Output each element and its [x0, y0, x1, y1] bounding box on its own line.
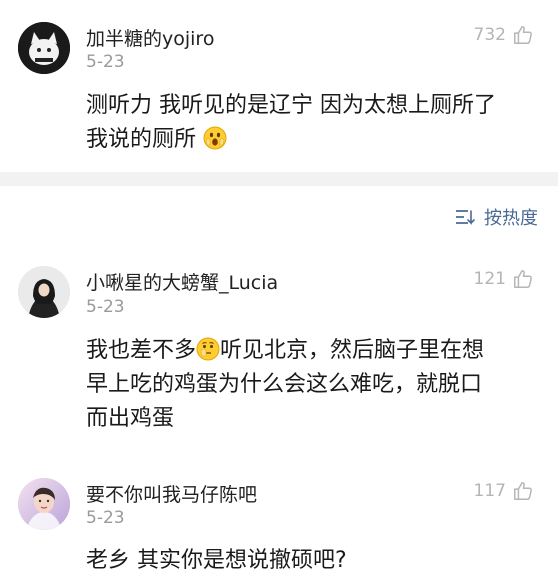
comment-text-span: 我也差不多: [86, 338, 197, 363]
like-button[interactable]: 121: [474, 268, 534, 290]
comment-date: 5-23: [86, 508, 125, 528]
comment-item: 小啾星的大螃蟹_Lucia 5-23 121 我也差不多 听见北京，然后脑子里在…: [0, 252, 558, 452]
comment-text-line: 我也差不多 听见北京，然后脑子里在想: [86, 334, 556, 368]
comment-text-span: 听见北京，然后脑子里在想: [220, 338, 485, 363]
avatar-person-image: [18, 478, 70, 530]
sort-by-hot-button[interactable]: 按热度: [454, 204, 538, 230]
comment-text-span: 我说的厕所: [86, 127, 197, 152]
comment-text: 我也差不多 听见北京，然后脑子里在想 早上吃的鸡蛋为什么会这么难吃，就脱口 而出…: [86, 334, 556, 436]
section-divider: [0, 172, 558, 186]
sort-label: 按热度: [484, 208, 538, 229]
comment-date: 5-23: [86, 297, 125, 317]
comment-text-line: 早上吃的鸡蛋为什么会这么难吃，就脱口: [86, 372, 483, 397]
scream-face-icon: [203, 126, 227, 150]
comment-date: 5-23: [86, 52, 125, 72]
comment-text-line: 老乡 其实你是想说撤硕吧?: [86, 548, 347, 573]
thumbs-up-icon: [514, 270, 532, 288]
comment-item: 要不你叫我马仔陈吧 5-23 117 老乡 其实你是想说撤硕吧?: [0, 470, 558, 587]
avatar-cat-image: [18, 22, 70, 74]
username[interactable]: 小啾星的大螃蟹_Lucia: [86, 268, 278, 295]
username[interactable]: 要不你叫我马仔陈吧: [86, 480, 257, 507]
comment-text: 老乡 其实你是想说撤硕吧?: [86, 544, 556, 578]
thinking-face-icon: [196, 337, 220, 361]
comment-text-line: 测听力 我听见的是辽宁 因为太想上厕所了: [86, 93, 496, 118]
avatar[interactable]: [18, 22, 70, 74]
avatar[interactable]: [18, 478, 70, 530]
comment-text: 测听力 我听见的是辽宁 因为太想上厕所了 我说的厕所: [86, 89, 556, 157]
thumbs-up-icon: [514, 482, 532, 500]
avatar-person-image: [18, 266, 70, 318]
sort-icon: [456, 210, 475, 225]
like-button[interactable]: 117: [474, 480, 534, 502]
comment-text-line: 而出鸡蛋: [86, 406, 175, 431]
like-button[interactable]: 732: [474, 24, 534, 46]
username[interactable]: 加半糖的yojiro: [86, 24, 214, 51]
like-count: 117: [473, 481, 506, 501]
thumbs-up-icon: [514, 26, 532, 44]
like-count: 121: [473, 269, 506, 289]
comment-text-line: 我说的厕所: [86, 123, 556, 157]
avatar[interactable]: [18, 266, 70, 318]
like-count: 732: [473, 25, 506, 45]
comment-item: 加半糖的yojiro 5-23 732 测听力 我听见的是辽宁 因为太想上厕所了…: [0, 0, 558, 172]
